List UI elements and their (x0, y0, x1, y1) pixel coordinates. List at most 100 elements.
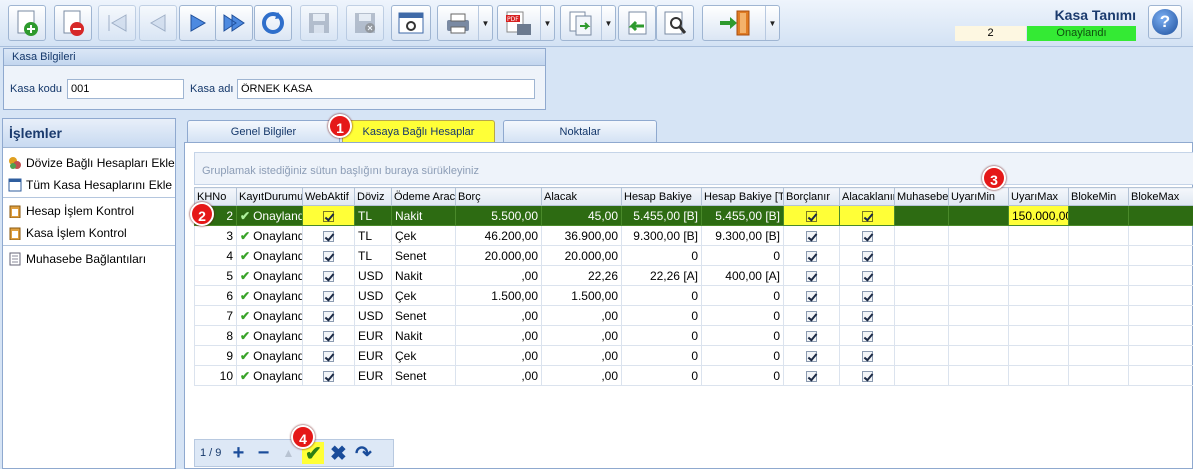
checkbox[interactable] (861, 270, 873, 282)
grid-cell[interactable]: 9 (194, 345, 237, 366)
checkbox[interactable] (806, 250, 817, 262)
grid-cell[interactable]: ✔ Onaylandı (236, 265, 303, 286)
grid-cell[interactable]: TL (354, 245, 392, 266)
grid-cell[interactable]: TL (354, 225, 392, 246)
checkbox[interactable] (806, 290, 817, 302)
table-row[interactable]: 2 ✔ Onaylandı TL Nakit 5.500,00 45,00 5.455,00 … (194, 205, 1193, 226)
grid-cell[interactable] (894, 205, 949, 226)
checkbox[interactable] (861, 370, 873, 382)
grid-cell[interactable]: 22,26 (541, 265, 622, 286)
grid-cell[interactable]: 3 (194, 225, 237, 246)
checkbox[interactable] (861, 250, 873, 262)
checkbox[interactable] (861, 350, 873, 362)
grid-cell[interactable]: ,00 (541, 305, 622, 326)
grid-cell[interactable] (1068, 205, 1129, 226)
grid-cell[interactable]: 0 (621, 325, 702, 346)
checkbox[interactable] (323, 330, 334, 342)
kasa-adi-input[interactable] (237, 79, 535, 99)
grid-cell[interactable] (839, 225, 895, 246)
column-header[interactable]: Muhasebe (894, 187, 949, 206)
grid-cell[interactable]: 0 (701, 245, 784, 266)
grid-cell[interactable] (1068, 325, 1129, 346)
grid-cell[interactable]: 22,26 [A] (621, 265, 702, 286)
grid-cell[interactable]: 5.455,00 [B] (701, 205, 784, 226)
grid-cell[interactable]: USD (354, 285, 392, 306)
grid-cell[interactable]: 0 (621, 285, 702, 306)
grid-cell[interactable] (948, 245, 1009, 266)
grid-cell[interactable]: 0 (621, 245, 702, 266)
grid-cell[interactable] (948, 285, 1009, 306)
grid-cell[interactable]: ✔ Onaylandı (236, 245, 303, 266)
grid-cell[interactable]: Nakit (391, 205, 456, 226)
grid-cell[interactable]: Nakit (391, 325, 456, 346)
grid-cell[interactable]: ,00 (455, 345, 542, 366)
grid-cell[interactable] (839, 365, 895, 386)
grid-cell[interactable]: EUR (354, 325, 392, 346)
grid-cell[interactable] (1008, 245, 1069, 266)
grid-cell[interactable] (783, 325, 840, 346)
grid-cell[interactable]: ✔ Onaylandı (236, 305, 303, 326)
grid-cell[interactable]: 7 (194, 305, 237, 326)
grid-cell[interactable]: Çek (391, 285, 456, 306)
grid-cell[interactable] (948, 345, 1009, 366)
sidebar-item-muhasebe[interactable]: Muhasebe Bağlantıları (3, 248, 175, 270)
grid-cell[interactable]: ✔ Onaylandı (236, 365, 303, 386)
grid-cell[interactable]: 0 (621, 305, 702, 326)
grid-cell[interactable] (1068, 285, 1129, 306)
grid-cell[interactable] (302, 325, 355, 346)
table-row[interactable]: 9 ✔ Onaylandı EUR Çek ,00,00 0 0 (194, 345, 1193, 366)
checkbox[interactable] (323, 350, 334, 362)
checkbox[interactable] (323, 370, 334, 382)
grid-cell[interactable] (839, 205, 895, 226)
grid-cell[interactable] (948, 265, 1009, 286)
search-button[interactable] (656, 5, 694, 41)
next-record-button[interactable] (179, 5, 217, 41)
grid-cell[interactable]: 20.000,00 (455, 245, 542, 266)
grid-cell[interactable]: USD (354, 305, 392, 326)
grid-cell[interactable] (783, 265, 840, 286)
grid-cell[interactable]: 45,00 (541, 205, 622, 226)
grid-cell[interactable] (948, 325, 1009, 346)
grid-cell[interactable]: EUR (354, 345, 392, 366)
grid-cell[interactable] (948, 305, 1009, 326)
grid-cell[interactable] (302, 225, 355, 246)
grid-cell[interactable]: ✔ Onaylandı (236, 325, 303, 346)
grid-cell[interactable] (302, 365, 355, 386)
grid-cell[interactable] (1068, 265, 1129, 286)
import-button[interactable] (618, 5, 656, 41)
checkbox[interactable] (806, 310, 817, 322)
table-row[interactable]: 6 ✔ Onaylandı USD Çek 1.500,00 1.500,00 0 0 (194, 285, 1193, 306)
grid-cell[interactable]: 46.200,00 (455, 225, 542, 246)
grid-cell[interactable] (894, 345, 949, 366)
cancel-save-button[interactable] (346, 5, 384, 41)
grid-cell[interactable]: ✔ Onaylandı (236, 225, 303, 246)
print-button[interactable]: ▼ (437, 5, 493, 41)
grid-cell[interactable] (1008, 225, 1069, 246)
tab-kasaya-bagli-hesaplar[interactable]: Kasaya Bağlı Hesaplar (342, 120, 495, 142)
chevron-down-icon[interactable]: ▼ (540, 6, 554, 40)
grid-cell[interactable]: Çek (391, 345, 456, 366)
grid-cell[interactable] (839, 285, 895, 306)
grid-cell[interactable]: ✔ Onaylandı (236, 285, 303, 306)
column-header[interactable]: KayıtDurumu (236, 187, 303, 206)
grid-cell[interactable] (783, 205, 840, 226)
grid-cell[interactable]: Çek (391, 225, 456, 246)
exit-button[interactable]: ▼ (702, 5, 780, 41)
checkbox[interactable] (861, 230, 873, 242)
grid-cell[interactable] (1128, 285, 1193, 306)
grid-cell[interactable]: 1.500,00 (455, 285, 542, 306)
grid-cell[interactable] (1008, 265, 1069, 286)
cross-icon[interactable]: ✖ (327, 442, 349, 465)
checkbox[interactable] (323, 230, 334, 242)
column-header[interactable]: Döviz (354, 187, 392, 206)
checkbox[interactable] (861, 310, 873, 322)
column-header[interactable]: UyarıMin (948, 187, 1009, 206)
grid-cell[interactable] (302, 345, 355, 366)
first-record-button[interactable] (98, 5, 136, 41)
column-header[interactable]: Hesap Bakiye [T (701, 187, 784, 206)
grid-cell[interactable] (783, 225, 840, 246)
grid-cell[interactable] (302, 205, 355, 226)
grid-cell[interactable] (302, 265, 355, 286)
grid-cell[interactable]: EUR (354, 365, 392, 386)
table-row[interactable]: 10 ✔ Onaylandı EUR Senet ,00,00 0 0 (194, 365, 1193, 386)
